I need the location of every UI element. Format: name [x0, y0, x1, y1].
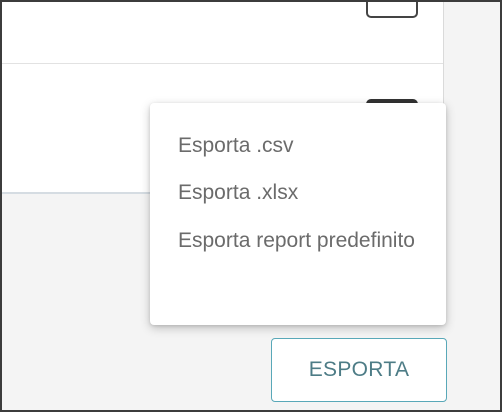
menu-item-export-csv[interactable]: Esporta .csv: [150, 131, 446, 161]
menu-item-export-predefined-report[interactable]: Esporta report predefinito: [150, 225, 446, 256]
export-dropdown-menu: Esporta .csv Esporta .xlsx Esporta repor…: [150, 103, 446, 325]
row-divider: [2, 63, 443, 64]
menu-item-export-xlsx[interactable]: Esporta .xlsx: [150, 178, 446, 208]
export-button[interactable]: ESPORTA: [271, 338, 447, 402]
row-toggle-control[interactable]: [366, 2, 418, 18]
screenshot-frame: Esporta .csv Esporta .xlsx Esporta repor…: [0, 0, 502, 412]
